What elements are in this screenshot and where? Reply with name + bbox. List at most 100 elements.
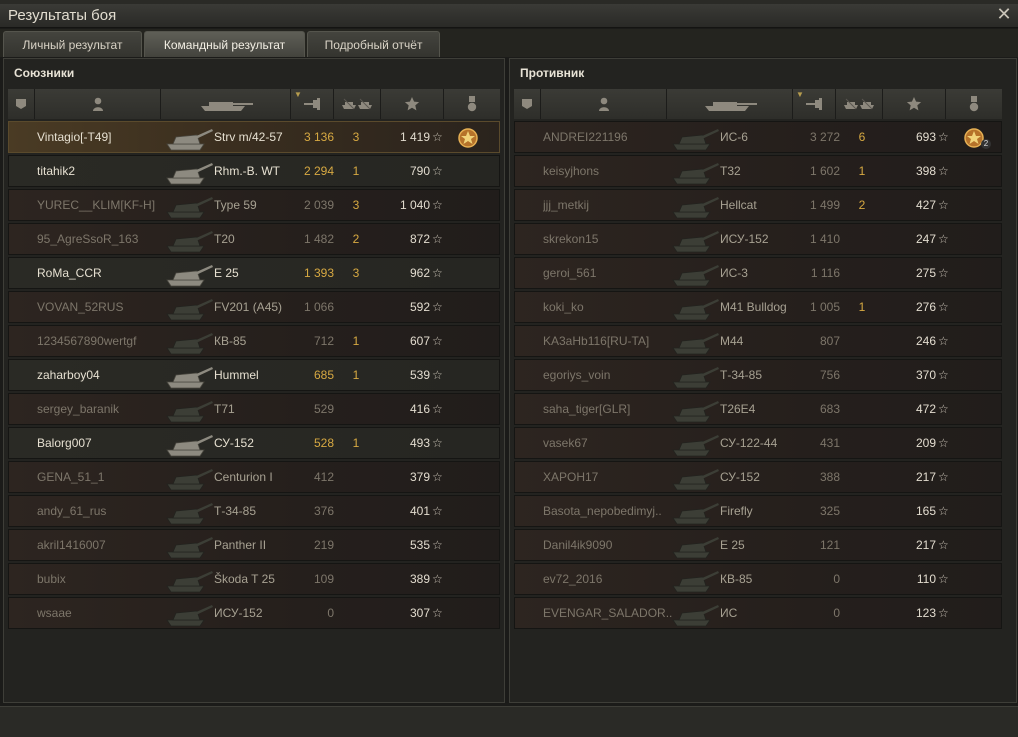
player-column-header[interactable]: [35, 89, 161, 119]
star-icon: ☆: [938, 470, 949, 484]
bottom-bar: [0, 706, 1018, 737]
table-row[interactable]: keisyjhons T32 1 602 1 398 ☆: [514, 155, 1002, 187]
damage-icon: [806, 98, 822, 110]
tank-icon: [670, 566, 720, 594]
player-name: ev72_2016: [543, 572, 603, 586]
player-name: VOVAN_52RUS: [37, 300, 124, 314]
medal-column-header[interactable]: [444, 89, 500, 119]
damage-value: 325: [819, 504, 840, 518]
star-icon: ☆: [938, 130, 949, 144]
table-row[interactable]: zaharboy04 Hummel 685 1 539 ☆: [8, 359, 500, 391]
enemies-title: Противник: [520, 66, 585, 80]
damage-value: 121: [819, 538, 840, 552]
player-name: titahik2: [37, 164, 76, 178]
table-row[interactable]: titahik2 Rhm.-B. WT 2 294 1 790 ☆: [8, 155, 500, 187]
table-row[interactable]: sergey_baranik T71 529 416 ☆: [8, 393, 500, 425]
medal-icon: [969, 96, 979, 112]
table-row[interactable]: Balorg007 СУ-152 528 1 493 ☆: [8, 427, 500, 459]
sort-arrow-icon: ▼: [796, 90, 804, 99]
table-row[interactable]: XAPOH17 СУ-152 388 217 ☆: [514, 461, 1002, 493]
player-name: GENA_51_1: [37, 470, 105, 484]
xp-value: 962: [409, 266, 430, 280]
tab-detailed-report[interactable]: Подробный отчёт: [307, 31, 440, 57]
tank-column-header[interactable]: [667, 89, 793, 119]
damage-value: 3 136: [303, 130, 334, 144]
xp-value: 123: [915, 606, 936, 620]
player-column-header[interactable]: [541, 89, 667, 119]
star-icon: ☆: [938, 402, 949, 416]
kills-column-header[interactable]: [334, 89, 381, 119]
star-icon: ☆: [938, 198, 949, 212]
table-row[interactable]: 95_AgreSsoR_163 T20 1 482 2 872 ☆: [8, 223, 500, 255]
table-row[interactable]: geroi_561 ИС-3 1 116 275 ☆: [514, 257, 1002, 289]
tab-bar: Личный результат Командный результат Под…: [0, 29, 1018, 57]
player-name: jjj_metkij: [543, 198, 590, 212]
table-row[interactable]: vasek67 СУ-122-44 431 209 ☆: [514, 427, 1002, 459]
tank-icon: [164, 532, 214, 560]
table-row[interactable]: KA3aHb116[RU-TA] M44 807 246 ☆: [514, 325, 1002, 357]
table-row[interactable]: koki_ko M41 Bulldog 1 005 1 276 ☆: [514, 291, 1002, 323]
table-row[interactable]: bubix Škoda T 25 109 389 ☆: [8, 563, 500, 595]
tank-icon: [670, 464, 720, 492]
damage-value: 412: [313, 470, 334, 484]
medal-icon[interactable]: [457, 127, 479, 149]
table-row[interactable]: saha_tiger[GLR] T26E4 683 472 ☆: [514, 393, 1002, 425]
xp-value: 427: [915, 198, 936, 212]
tank-icon: [164, 396, 214, 424]
star-icon: [906, 97, 922, 111]
table-row[interactable]: ANDREI221196 ИС-6 3 272 6 693 ☆ 2: [514, 121, 1002, 153]
star-icon: ☆: [432, 164, 443, 178]
medal-icon: [467, 96, 477, 112]
table-row[interactable]: akril1416007 Panther II 219 535 ☆: [8, 529, 500, 561]
star-icon: ☆: [432, 266, 443, 280]
player-name: koki_ko: [543, 300, 584, 314]
tab-team-result[interactable]: Командный результат: [144, 31, 305, 57]
star-icon: ☆: [432, 334, 443, 348]
window-title: Результаты боя: [8, 7, 117, 24]
damage-value: 1 393: [303, 266, 334, 280]
table-row[interactable]: Danil4ik9090 E 25 121 217 ☆: [514, 529, 1002, 561]
damage-column-header[interactable]: ▼: [291, 89, 334, 119]
table-row[interactable]: GENA_51_1 Centurion I 412 379 ☆: [8, 461, 500, 493]
table-row[interactable]: wsaae ИСУ-152 0 307 ☆: [8, 597, 500, 629]
table-row[interactable]: EVENGAR_SALADOR.. ИС 0 123 ☆: [514, 597, 1002, 629]
star-icon: ☆: [938, 436, 949, 450]
star-icon: ☆: [938, 572, 949, 586]
table-row[interactable]: skrekon15 ИСУ-152 1 410 247 ☆: [514, 223, 1002, 255]
squad-column-header[interactable]: [8, 89, 35, 119]
kills-column-header[interactable]: [836, 89, 883, 119]
star-icon: ☆: [432, 470, 443, 484]
damage-value: 0: [327, 606, 334, 620]
table-row[interactable]: Basota_nepobedimyj.. Firefly 325 165 ☆: [514, 495, 1002, 527]
xp-value: 472: [915, 402, 936, 416]
damage-column-header[interactable]: ▼: [793, 89, 836, 119]
table-row[interactable]: VOVAN_52RUS FV201 (A45) 1 066 592 ☆: [8, 291, 500, 323]
table-row[interactable]: ev72_2016 КВ-85 0 110 ☆: [514, 563, 1002, 595]
close-icon[interactable]: ✕: [996, 5, 1012, 23]
destroyed-tanks-icon: [844, 98, 874, 110]
table-row[interactable]: YUREC__KLIM[KF-H] Type 59 2 039 3 1 040 ☆: [8, 189, 500, 221]
player-name: EVENGAR_SALADOR..: [543, 606, 673, 620]
damage-value: 388: [819, 470, 840, 484]
table-row[interactable]: 1234567890wertgf КВ-85 712 1 607 ☆: [8, 325, 500, 357]
damage-value: 807: [819, 334, 840, 348]
medal-column-header[interactable]: [946, 89, 1002, 119]
tank-column-header[interactable]: [161, 89, 291, 119]
xp-column-header[interactable]: [381, 89, 444, 119]
table-row[interactable]: Vintagio[-T49] Strv m/42-57 3 136 3 1 419 ☆: [8, 121, 500, 153]
tank-icon: [670, 362, 720, 390]
star-icon: ☆: [938, 300, 949, 314]
damage-value: 1 005: [809, 300, 840, 314]
table-row[interactable]: egoriys_voin Т-34-85 756 370 ☆: [514, 359, 1002, 391]
table-row[interactable]: jjj_metkij Hellcat 1 499 2 427 ☆: [514, 189, 1002, 221]
xp-column-header[interactable]: [883, 89, 946, 119]
star-icon: [404, 97, 420, 111]
player-name: egoriys_voin: [543, 368, 611, 382]
squad-column-header[interactable]: [514, 89, 541, 119]
xp-value: 247: [915, 232, 936, 246]
tab-personal-result[interactable]: Личный результат: [3, 31, 142, 57]
destroyed-tanks-icon: [342, 98, 372, 110]
table-row[interactable]: RoMa_CCR E 25 1 393 3 962 ☆: [8, 257, 500, 289]
table-row[interactable]: andy_61_rus Т-34-85 376 401 ☆: [8, 495, 500, 527]
medal-count: 2: [981, 139, 991, 149]
